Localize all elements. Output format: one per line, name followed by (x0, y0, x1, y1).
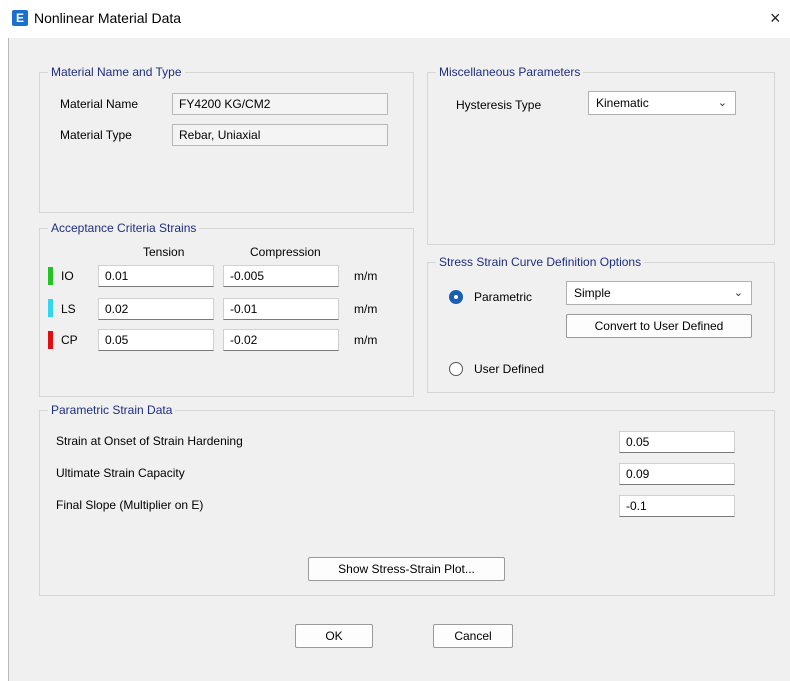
title-bar: E Nonlinear Material Data × (0, 0, 790, 38)
dialog-body: Material Name and Type Material Name Mat… (8, 38, 790, 681)
chevron-down-icon: ⌄ (717, 97, 727, 109)
acceptance-group-title: Acceptance Criteria Strains (48, 221, 200, 235)
ultimate-strain-label: Ultimate Strain Capacity (56, 466, 185, 480)
chevron-down-icon: ⌄ (733, 287, 743, 299)
hysteresis-value: Kinematic (596, 96, 649, 110)
cp-color-swatch (48, 331, 53, 349)
app-icon: E (12, 10, 28, 26)
parametric-dropdown[interactable]: Simple ⌄ (566, 281, 752, 305)
misc-group: Miscellaneous Parameters Hysteresis Type… (427, 65, 775, 245)
strain-group: Parametric Strain Data Strain at Onset o… (39, 403, 775, 596)
hysteresis-dropdown[interactable]: Kinematic ⌄ (588, 91, 736, 115)
io-tension-input[interactable] (98, 265, 214, 287)
parametric-radio[interactable] (449, 290, 463, 304)
tension-header: Tension (143, 245, 185, 259)
window-title: Nonlinear Material Data (34, 10, 182, 26)
material-name-field (172, 93, 388, 115)
ls-compression-input[interactable] (223, 298, 339, 320)
convert-user-defined-button[interactable]: Convert to User Defined (566, 314, 752, 338)
io-label: IO (61, 269, 74, 283)
material-name-label: Material Name (60, 97, 139, 111)
hysteresis-label: Hysteresis Type (456, 98, 542, 112)
misc-group-title: Miscellaneous Parameters (436, 65, 584, 79)
material-type-field (172, 124, 388, 146)
parametric-value: Simple (574, 286, 611, 300)
curve-group: Stress Strain Curve Definition Options P… (427, 255, 775, 393)
cp-compression-input[interactable] (223, 329, 339, 351)
curve-group-title: Stress Strain Curve Definition Options (436, 255, 645, 269)
strain-hardening-input[interactable] (619, 431, 735, 453)
compression-header: Compression (250, 245, 321, 259)
cp-label: CP (61, 333, 78, 347)
final-slope-input[interactable] (619, 495, 735, 517)
ok-button[interactable]: OK (295, 624, 373, 648)
material-type-label: Material Type (60, 128, 132, 142)
io-unit-label: m/m (354, 269, 378, 283)
ls-tension-input[interactable] (98, 298, 214, 320)
cp-unit-label: m/m (354, 333, 378, 347)
user-defined-radio[interactable] (449, 362, 463, 376)
acceptance-group: Acceptance Criteria Strains Tension Comp… (39, 221, 414, 397)
material-group: Material Name and Type Material Name Mat… (39, 65, 414, 213)
material-group-title: Material Name and Type (48, 65, 185, 79)
strain-group-title: Parametric Strain Data (48, 403, 176, 417)
show-stress-strain-plot-button[interactable]: Show Stress-Strain Plot... (308, 557, 505, 581)
io-color-swatch (48, 267, 53, 285)
io-compression-input[interactable] (223, 265, 339, 287)
ultimate-strain-input[interactable] (619, 463, 735, 485)
close-icon[interactable]: × (770, 6, 790, 30)
cp-tension-input[interactable] (98, 329, 214, 351)
final-slope-label: Final Slope (Multiplier on E) (56, 498, 204, 512)
ls-color-swatch (48, 299, 53, 317)
strain-hardening-label: Strain at Onset of Strain Hardening (56, 434, 243, 448)
parametric-label[interactable]: Parametric (474, 290, 532, 304)
ls-label: LS (61, 302, 76, 316)
user-defined-label[interactable]: User Defined (474, 362, 544, 376)
ls-unit-label: m/m (354, 302, 378, 316)
cancel-button[interactable]: Cancel (433, 624, 513, 648)
